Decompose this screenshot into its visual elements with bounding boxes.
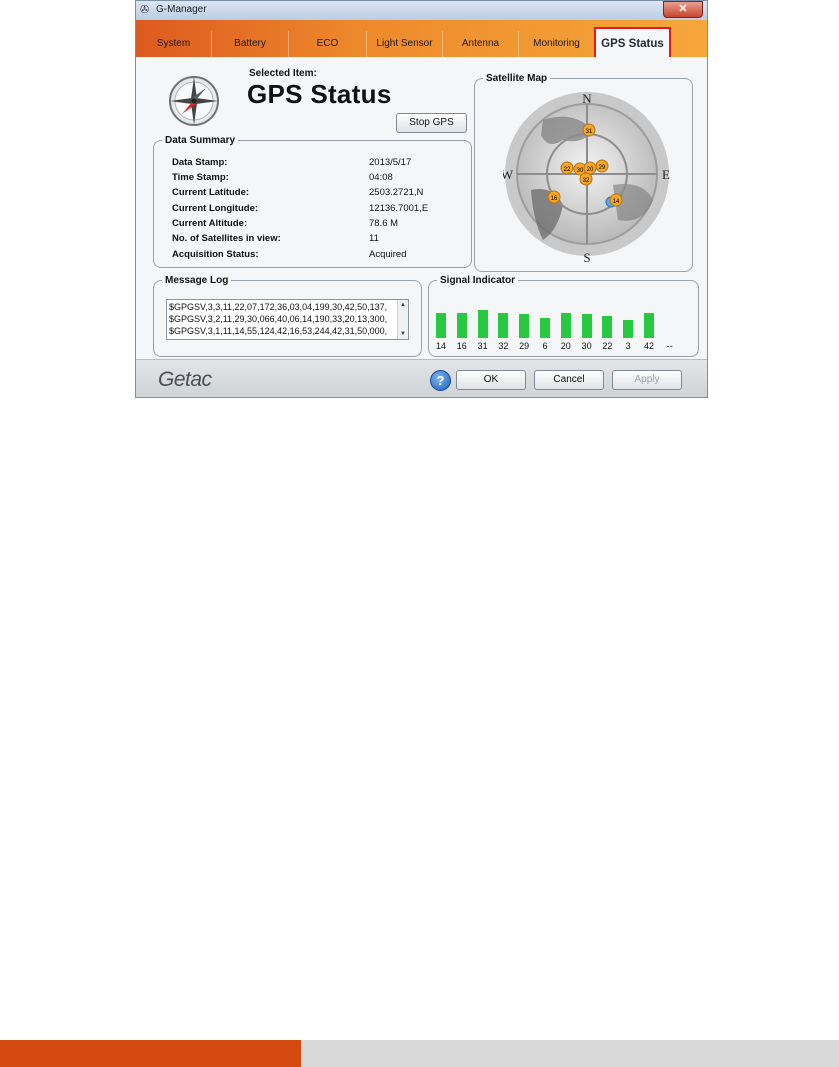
summary-row-time-stamp: Time Stamp: 04:08: [172, 172, 472, 185]
cancel-button[interactable]: Cancel: [534, 370, 604, 390]
south-label: S: [583, 250, 590, 265]
summary-row-acquisition: Acquisition Status: Acquired: [172, 249, 472, 262]
satellite-label: 30: [577, 168, 584, 174]
compass-icon: [169, 76, 219, 126]
summary-value: 12136.7001,E: [369, 203, 429, 214]
signal-indicator-group: Signal Indicator 14 16 31 32 29 6 20 30 22 3 42 --: [428, 275, 699, 357]
tab-battery[interactable]: Battery: [212, 31, 289, 57]
tab-light-sensor[interactable]: Light Sensor: [367, 31, 443, 57]
east-label: E: [662, 167, 670, 182]
signal-bar-label: 29: [519, 341, 530, 351]
signal-bars: 14 16 31 32 29 6 20 30 22 3 42 --: [429, 286, 698, 356]
signal-bar: [519, 314, 530, 338]
scroll-down-icon[interactable]: ▼: [398, 331, 408, 337]
tab-system[interactable]: System: [136, 31, 212, 57]
signal-bar-label: 31: [477, 341, 488, 351]
page-title: GPS Status: [247, 79, 392, 109]
data-summary-group: Data Summary Data Stamp: 2013/5/17 Time …: [153, 135, 472, 268]
window-title: G-Manager: [156, 4, 207, 15]
ok-button[interactable]: OK: [456, 370, 526, 390]
signal-bar: [436, 313, 446, 338]
satellite-label: 20: [587, 167, 594, 173]
signal-bar-label: 32: [498, 341, 509, 351]
summary-row-latitude: Current Latitude: 2503.2721,N: [172, 187, 472, 200]
summary-key: No. of Satellites in view:: [172, 233, 281, 244]
summary-key: Acquisition Status:: [172, 249, 259, 260]
tab-bar: System Battery ECO Light Sensor Antenna …: [136, 20, 707, 59]
footer-bar: Getac ? OK Cancel Apply: [136, 359, 707, 397]
signal-bar: [456, 313, 467, 338]
summary-value: 2503.2721,N: [369, 187, 424, 198]
signal-bar-label: --: [666, 341, 673, 351]
summary-value: 04:08: [369, 172, 393, 183]
signal-bar: [644, 313, 654, 338]
message-log-group: Message Log $GPGSV,3,3,11,22,07,172,36,0…: [153, 275, 422, 357]
signal-bar-label: 3: [625, 341, 631, 351]
tab-antenna[interactable]: Antenna: [443, 31, 519, 57]
summary-key: Time Stamp:: [172, 172, 229, 183]
g-manager-window: ✇ G-Manager ✕ System Battery ECO Light S…: [135, 0, 708, 398]
satellite-label: 31: [586, 129, 593, 135]
summary-value: 78.6 M: [369, 218, 399, 229]
signal-bar: [560, 313, 571, 338]
content-area: Selected Item: GPS Status Stop GPS Data …: [136, 57, 707, 359]
log-line: $GPGSV,3,3,11,22,07,172,36,03,04,199,30,…: [169, 302, 388, 312]
tab-monitoring[interactable]: Monitoring: [519, 31, 595, 57]
signal-bar: [623, 320, 634, 338]
summary-key: Current Latitude:: [172, 187, 250, 198]
satellite-map-group: Satellite Map N S E W: [474, 73, 693, 272]
satellite-map-legend: Satellite Map: [486, 73, 548, 84]
summary-row-altitude: Current Altitude: 78.6 M: [172, 218, 472, 231]
summary-key: Current Altitude:: [172, 218, 248, 229]
data-summary-legend: Data Summary: [165, 135, 236, 146]
summary-value: 2013/5/17: [369, 157, 412, 168]
selected-item-label: Selected Item:: [249, 68, 317, 79]
summary-row-satellites: No. of Satellites in view: 11: [172, 233, 472, 246]
page-footer-gray-bar: [301, 1040, 839, 1067]
log-scrollbar[interactable]: ▲ ▼: [397, 300, 408, 339]
summary-row-longitude: Current Longitude: 12136.7001,E: [172, 203, 472, 216]
summary-key: Current Longitude:: [172, 203, 259, 214]
app-icon: ✇: [140, 4, 150, 16]
scroll-up-icon[interactable]: ▲: [398, 302, 408, 308]
signal-bar: [602, 316, 613, 338]
tab-eco[interactable]: ECO: [289, 31, 367, 57]
west-label: W: [503, 167, 514, 182]
signal-bar-label: 30: [581, 341, 592, 351]
tab-gps-status[interactable]: GPS Status: [594, 27, 671, 59]
satellite-label: 29: [599, 165, 606, 171]
close-button[interactable]: ✕: [663, 1, 703, 18]
satellite-label: 14: [613, 199, 620, 205]
satellite-map: N S E W 31 22 30 20 29 32 16 1: [503, 91, 670, 265]
signal-bar-label: 14: [435, 341, 446, 351]
signal-indicator-legend: Signal Indicator: [440, 275, 516, 286]
title-bar: ✇ G-Manager ✕: [136, 1, 707, 21]
satellite-label: 16: [551, 196, 558, 202]
summary-row-data-stamp: Data Stamp: 2013/5/17: [172, 157, 472, 170]
summary-value: 11: [369, 233, 379, 244]
satellite-label: 22: [564, 167, 571, 173]
log-line: $GPGSV,3,2,11,29,30,066,40,06,14,190,33,…: [169, 314, 388, 324]
signal-bar-label: 20: [560, 341, 571, 351]
signal-bar: [477, 310, 488, 338]
log-line: $GPGSV,3,1,11,14,55,124,42,16,53,244,42,…: [169, 326, 388, 336]
signal-bar: [540, 318, 550, 338]
help-icon[interactable]: ?: [430, 370, 451, 391]
page-footer-accent-bar: [0, 1040, 301, 1067]
stop-gps-button[interactable]: Stop GPS: [396, 113, 467, 133]
signal-bar-label: 22: [602, 341, 613, 351]
signal-bar-label: 42: [643, 341, 654, 351]
signal-bar: [581, 314, 592, 338]
getac-logo: Getac: [158, 368, 212, 391]
signal-bar: [498, 313, 509, 338]
north-label: N: [582, 91, 592, 106]
summary-key: Data Stamp:: [172, 157, 228, 168]
message-log-legend: Message Log: [165, 275, 229, 286]
signal-bar-label: 16: [456, 341, 467, 351]
summary-value: Acquired: [369, 249, 407, 260]
signal-bar-label: 6: [542, 341, 548, 351]
apply-button[interactable]: Apply: [612, 370, 682, 390]
message-log-list[interactable]: $GPGSV,3,3,11,22,07,172,36,03,04,199,30,…: [166, 299, 409, 340]
satellite-label: 32: [583, 178, 590, 184]
